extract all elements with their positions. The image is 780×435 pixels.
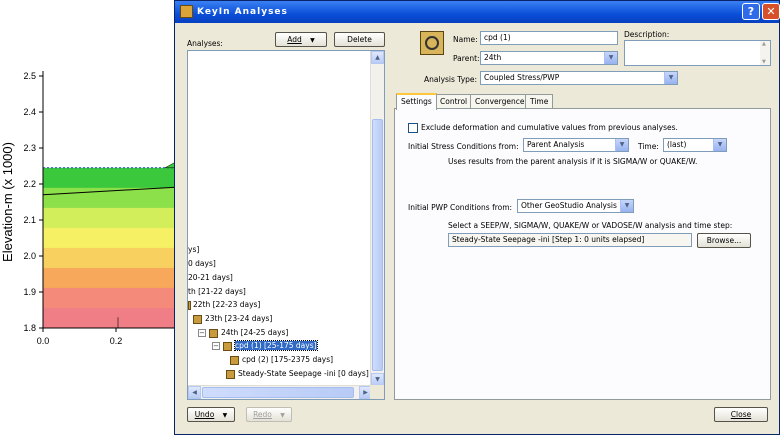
elevation-plot: 2.5 2.4 2.3 2.2 2.1 2.0 1.9 1.80.0 0.2 Elevation-… bbox=[0, 71, 180, 346]
y-tick-label: 1.9 bbox=[23, 287, 36, 297]
redo-button[interactable]: Redo ▼ bbox=[246, 407, 292, 422]
analyses-tree[interactable]: ys] 0 days] 20-21 days] th [21-22 days] … bbox=[187, 50, 385, 400]
tab-convergence[interactable]: Convergence bbox=[470, 94, 530, 109]
parent-note: Uses results from the parent analysis if… bbox=[448, 157, 698, 166]
collapse-icon[interactable]: − bbox=[198, 329, 206, 337]
x-tick-label: 0.2 bbox=[110, 336, 123, 346]
settings-panel: Exclude deformation and cumulative value… bbox=[394, 108, 771, 400]
description-field[interactable]: ▲ ▼ bbox=[624, 40, 771, 66]
tree-item[interactable]: 22th [22-23 days] bbox=[188, 299, 260, 310]
scroll-left-icon[interactable]: ◀ bbox=[188, 386, 201, 399]
window-title: KeyIn Analyses bbox=[197, 7, 288, 17]
time-label: Time: bbox=[638, 142, 659, 151]
tree-item-selected[interactable]: − cpd (1) [25-175 days] bbox=[212, 340, 318, 351]
tree-item[interactable]: 0 days] bbox=[188, 258, 216, 269]
plot-band bbox=[43, 267, 180, 289]
exclude-checkbox[interactable] bbox=[408, 123, 418, 133]
name-label: Name: bbox=[453, 35, 478, 44]
chevron-down-icon: ▼ bbox=[222, 412, 228, 419]
description-label: Description: bbox=[624, 30, 670, 39]
close-button[interactable]: Close bbox=[714, 407, 768, 422]
x-tick-label: 0.0 bbox=[37, 336, 50, 346]
analysis-icon bbox=[209, 328, 218, 338]
scrollbar-corner bbox=[370, 385, 384, 399]
description-scrollbar[interactable]: ▲ ▼ bbox=[760, 41, 770, 65]
time-select[interactable]: (last) ▼ bbox=[663, 138, 727, 152]
plot-band bbox=[43, 307, 180, 329]
tree-item[interactable]: cpd (2) [175-2375 days] bbox=[230, 354, 333, 365]
tree-item[interactable]: ys] bbox=[188, 244, 199, 255]
background-plot: 2.5 2.4 2.3 2.2 2.1 2.0 1.9 1.8 0.0 0.2 Elevation-… bbox=[0, 0, 180, 435]
chevron-down-icon: ▼ bbox=[713, 139, 726, 151]
source-analysis-field[interactable]: Steady-State Seepage -ini [Step 1: 0 uni… bbox=[448, 233, 692, 247]
initial-stress-label: Initial Stress Conditions from: bbox=[408, 142, 519, 151]
analysis-icon bbox=[226, 369, 235, 379]
add-button[interactable]: Add ▼ bbox=[275, 32, 327, 47]
tree-item[interactable]: 23th [23-24 days] bbox=[193, 313, 272, 324]
title-bar[interactable]: KeyIn Analyses ? ✕ bbox=[175, 1, 780, 23]
scroll-up-icon[interactable]: ▲ bbox=[371, 51, 384, 64]
parent-label: Parent: bbox=[453, 54, 480, 63]
scroll-thumb[interactable] bbox=[372, 119, 383, 371]
redo-label: Redo bbox=[253, 410, 272, 419]
initial-pwp-label: Initial PWP Conditions from: bbox=[408, 203, 513, 212]
y-tick-label: 2.1 bbox=[23, 215, 36, 225]
select-note: Select a SEEP/W, SIGMA/W, QUAKE/W or VAD… bbox=[448, 221, 733, 230]
analysis-type-select[interactable]: Coupled Stress/PWP ▼ bbox=[480, 71, 678, 85]
analysis-type-label: Analysis Type: bbox=[424, 75, 478, 84]
help-button[interactable]: ? bbox=[742, 3, 760, 20]
undo-label: Undo bbox=[194, 410, 215, 419]
chevron-down-icon: ▼ bbox=[664, 72, 677, 84]
tab-control[interactable]: Control bbox=[435, 94, 473, 109]
tree-item[interactable]: −24th [24-25 days] bbox=[198, 327, 288, 338]
analysis-icon bbox=[188, 300, 191, 310]
analyses-label: Analyses: bbox=[187, 39, 223, 48]
tab-settings[interactable]: Settings bbox=[396, 93, 437, 110]
chevron-down-icon: ▼ bbox=[620, 200, 633, 212]
analysis-icon bbox=[223, 341, 232, 351]
scroll-thumb[interactable] bbox=[202, 387, 354, 398]
plot-band bbox=[43, 207, 180, 229]
plot-band bbox=[43, 287, 180, 309]
y-tick-label: 2.5 bbox=[23, 71, 36, 81]
horizontal-scrollbar[interactable]: ◀ ▶ bbox=[188, 385, 372, 399]
tree-item[interactable]: Steady-State Seepage -ini [0 days] bbox=[226, 368, 369, 379]
delete-button[interactable]: Delete bbox=[334, 32, 385, 47]
chevron-down-icon: ▼ bbox=[604, 52, 617, 64]
close-window-button[interactable]: ✕ bbox=[762, 3, 780, 20]
initial-stress-select[interactable]: Parent Analysis ▼ bbox=[523, 138, 629, 152]
tab-control: Settings Control Convergence Time Exclud… bbox=[394, 93, 771, 400]
chevron-down-icon: ▼ bbox=[310, 37, 315, 44]
undo-button[interactable]: Undo ▼ bbox=[187, 407, 235, 422]
analysis-icon bbox=[230, 355, 239, 365]
y-tick-label: 2.4 bbox=[23, 107, 36, 117]
chevron-down-icon: ▼ bbox=[280, 412, 285, 419]
vertical-scrollbar[interactable]: ▲ ▼ bbox=[370, 51, 384, 386]
y-tick-label: 2.3 bbox=[23, 143, 36, 153]
plot-band bbox=[43, 167, 180, 189]
add-button-label: Add bbox=[287, 35, 302, 44]
analysis-type-icon bbox=[420, 31, 444, 55]
browse-button[interactable]: Browse... bbox=[697, 233, 751, 248]
plot-band bbox=[43, 227, 180, 249]
y-axis-label: Elevation-m (x 1000) bbox=[0, 142, 15, 262]
tree-item[interactable]: th [21-22 days] bbox=[188, 286, 246, 297]
name-field[interactable]: cpd (1) bbox=[480, 31, 618, 45]
y-tick-label: 2.2 bbox=[23, 179, 36, 189]
tab-time[interactable]: Time bbox=[525, 94, 554, 109]
tree-item[interactable]: 20-21 days] bbox=[188, 272, 233, 283]
chevron-down-icon: ▼ bbox=[615, 139, 628, 151]
plot-band bbox=[43, 247, 180, 269]
analysis-icon bbox=[193, 314, 202, 324]
exclude-label: Exclude deformation and cumulative value… bbox=[421, 123, 678, 132]
y-tick-label: 2.0 bbox=[23, 251, 36, 261]
app-icon bbox=[180, 5, 193, 18]
collapse-icon[interactable]: − bbox=[212, 342, 220, 350]
parent-select[interactable]: 24th ▼ bbox=[480, 51, 618, 65]
initial-pwp-select[interactable]: Other GeoStudio Analysis ▼ bbox=[517, 199, 634, 213]
keyin-analyses-dialog: KeyIn Analyses ? ✕ Analyses: Add ▼ Delet… bbox=[174, 0, 780, 435]
y-tick-label: 1.8 bbox=[23, 323, 36, 333]
